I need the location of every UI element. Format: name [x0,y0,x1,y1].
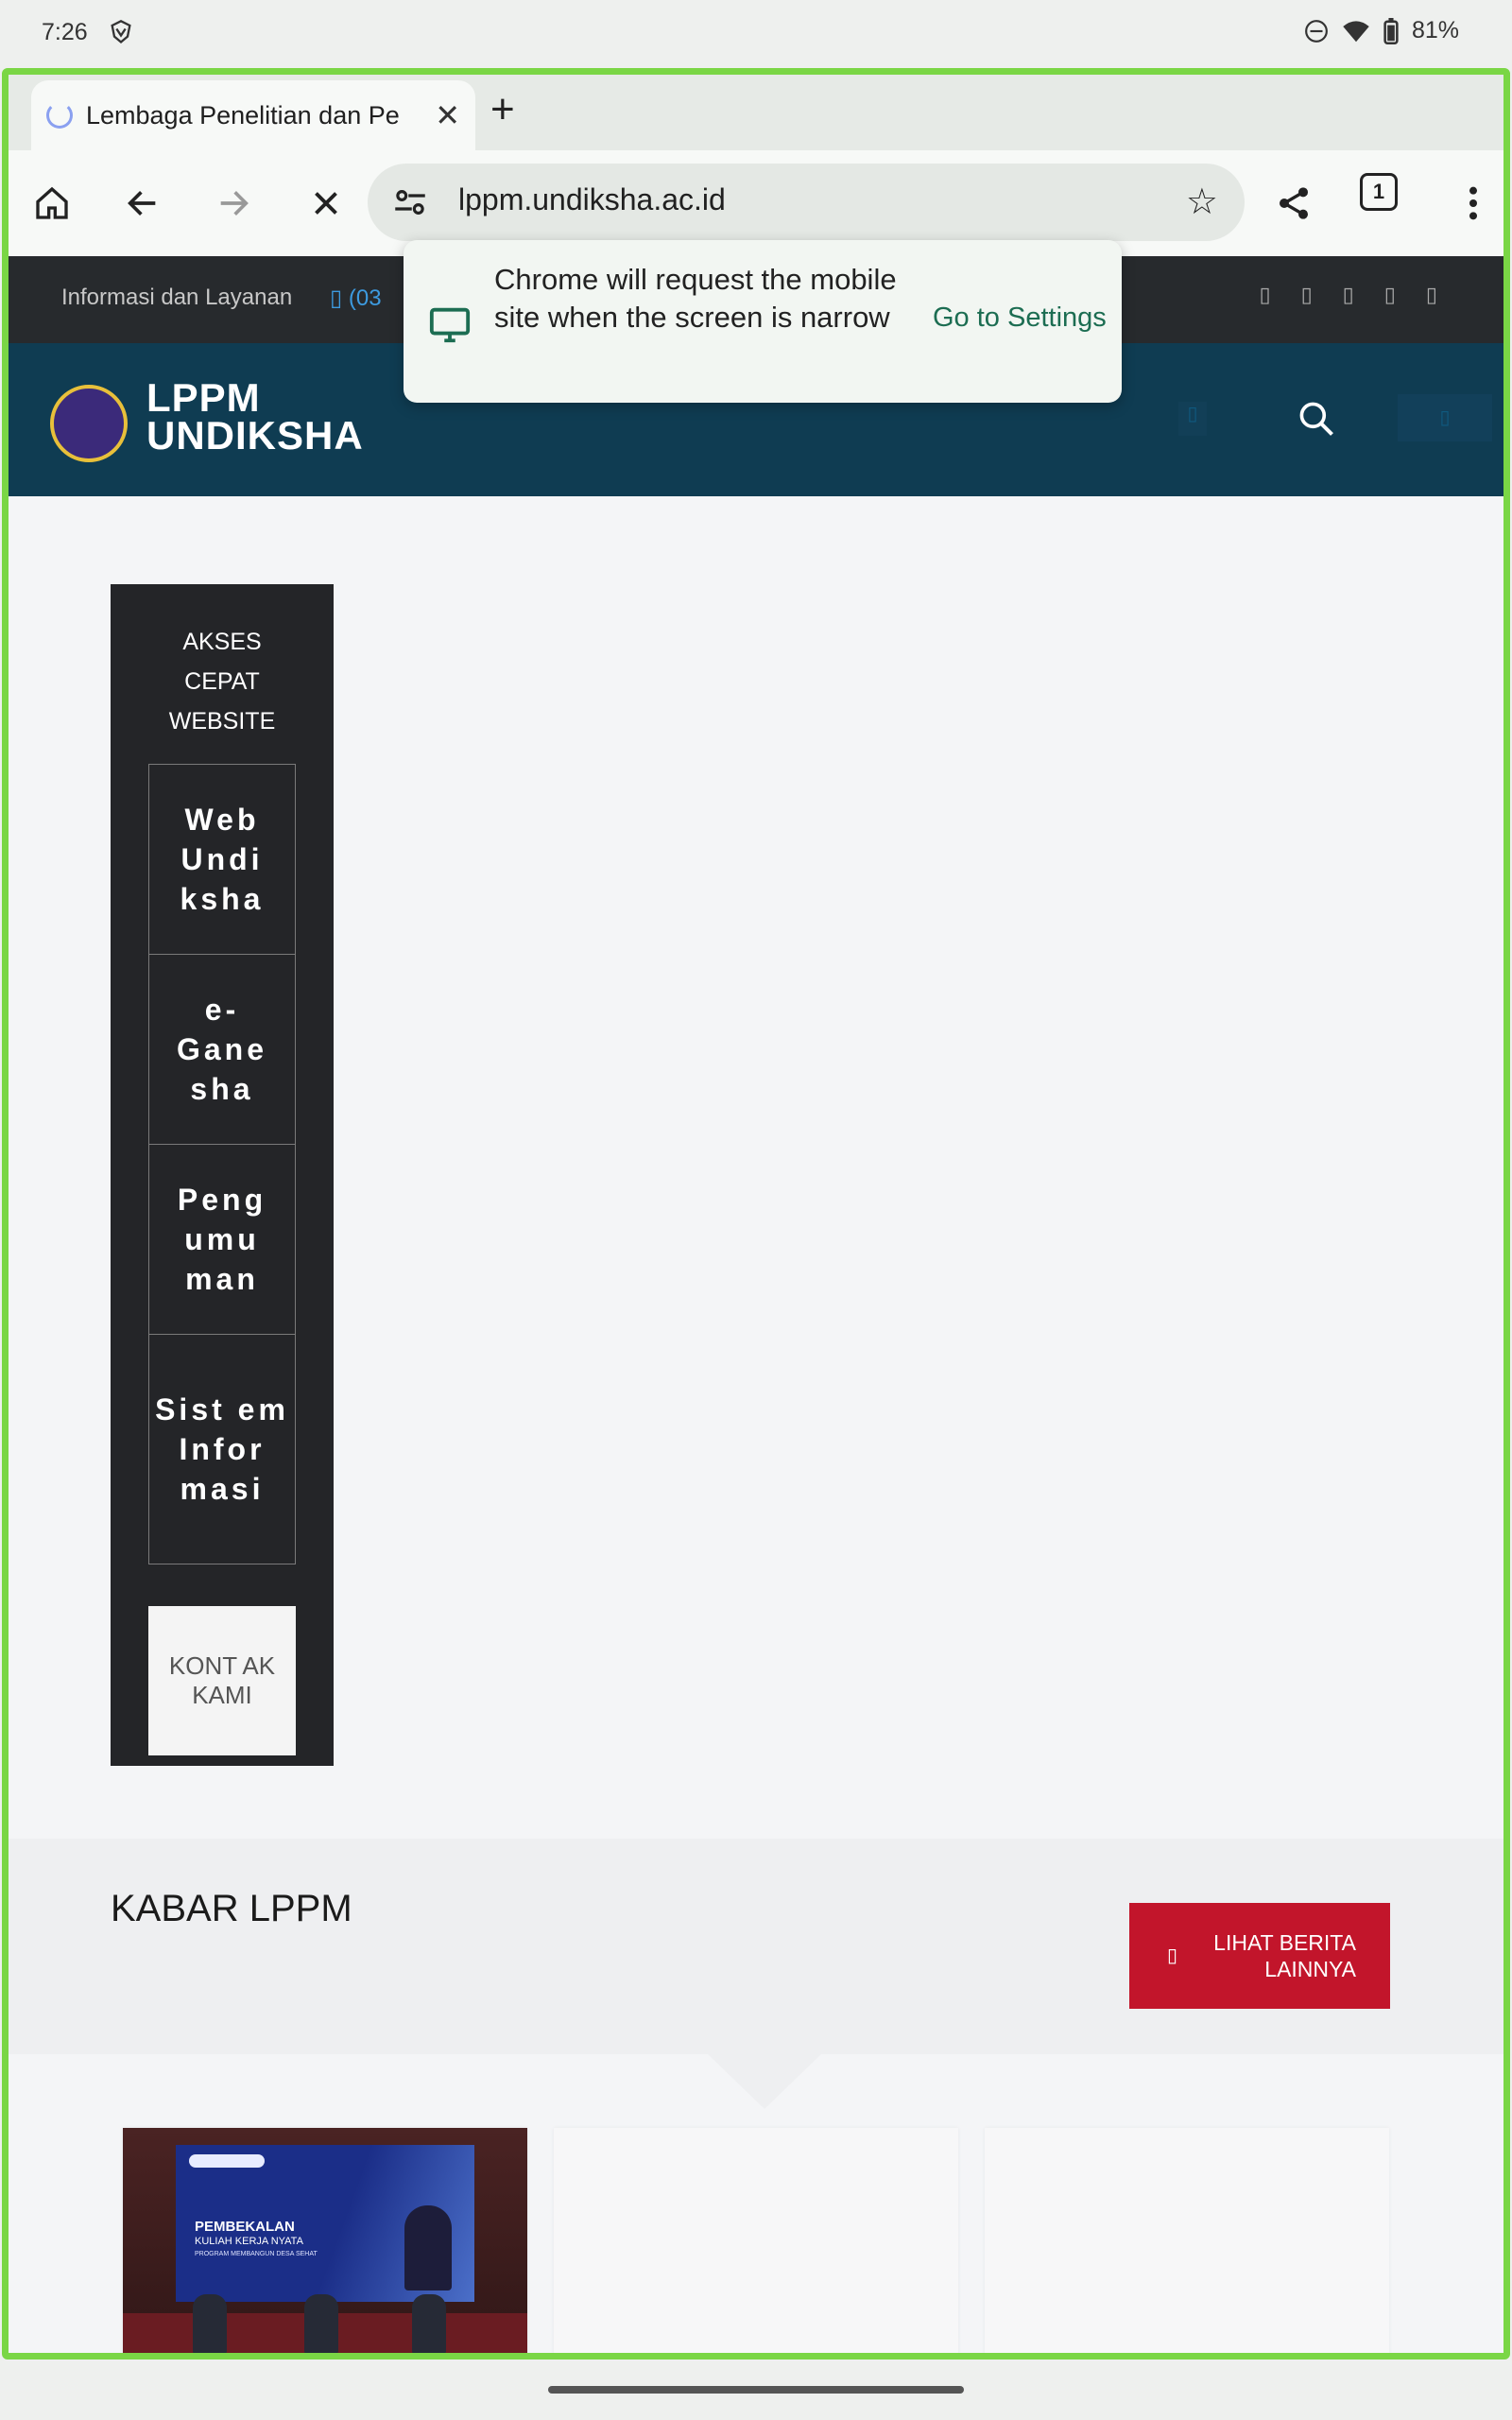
wifi-icon [1343,20,1369,42]
go-to-settings-button[interactable]: Go to Settings [933,302,1107,334]
battery-icon [1383,17,1399,44]
phone-icon: ▯ [330,285,343,311]
system-status-bar: 7:26 81% [0,0,1512,68]
social-icon-3[interactable]: ▯ [1343,283,1354,307]
section-notch [708,2054,821,2109]
stop-loading-button[interactable] [298,175,354,232]
browser-tab[interactable]: Lembaga Penelitian dan Pe ✕ [31,80,475,150]
url-text: lppm.undiksha.ac.id [458,182,726,216]
loading-spinner-icon [46,102,73,129]
see-more-news-button[interactable]: ▯ LIHAT BERITA LAINNYA [1129,1903,1390,2009]
browser-window: Lembaga Penelitian dan Pe ✕ + lppm.undik… [2,68,1510,2360]
battery-percent: 81% [1411,17,1459,43]
share-icon [1280,187,1308,219]
bookmark-star-icon[interactable]: ☆ [1186,181,1218,223]
news-card-placeholder[interactable] [985,2128,1389,2353]
search-icon[interactable] [1296,398,1337,440]
undiksha-logo-icon[interactable] [50,385,128,462]
social-icon-4[interactable]: ▯ [1384,283,1396,307]
back-button[interactable] [114,175,171,232]
quick-link-e-ganesha[interactable]: e- Gane sha [148,954,296,1145]
site-logo-text[interactable]: LPPM UNDIKSHA [146,375,364,458]
tab-strip: Lembaga Penelitian dan Pe ✕ + [9,75,1503,150]
logo-line-1: LPPM [146,375,261,420]
screen-subtitle: KULIAH KERJA NYATA [195,2236,303,2247]
more-vert-icon [1469,186,1477,220]
presentation-screen: PEMBEKALAN KULIAH KERJA NYATA PROGRAM ME… [176,2145,474,2302]
hamburger-menu-icon[interactable]: ▯ [1398,394,1492,441]
info-services-label: Informasi dan Layanan [61,285,293,310]
new-tab-button[interactable]: + [490,86,515,133]
quick-link-pengumuman[interactable]: Peng umu man [148,1144,296,1335]
social-icon-2[interactable]: ▯ [1301,283,1313,307]
news-card-placeholder[interactable] [554,2128,958,2353]
screen-line: PROGRAM MEMBANGUN DESA SEHAT [195,2251,318,2257]
kabar-section-title: KABAR LPPM [111,1888,352,1929]
mobile-site-popup: Chrome will request the mobile site when… [404,240,1122,403]
header-menu-icon[interactable]: ▯ [1178,402,1207,436]
vpn-shield-icon [111,20,131,44]
site-settings-icon[interactable] [390,182,430,222]
phone-link[interactable]: ▯ (03 [330,285,382,312]
quick-link-web-undiksha[interactable]: Web Undi ksha [148,764,296,955]
tab-title: Lembaga Penelitian dan Pe [86,100,400,130]
forward-arrow-icon [220,191,249,216]
browser-menu-button[interactable] [1445,175,1502,232]
web-page: Informasi dan Layanan ▯ (03 ▯ ▯ ▯ ▯ ▯ LP… [9,256,1503,2353]
tab-switcher-button[interactable]: 1 [1360,173,1398,211]
address-bar[interactable]: lppm.undiksha.ac.id ☆ [368,164,1245,241]
close-tab-icon[interactable]: ✕ [435,97,460,133]
do-not-disturb-icon [1305,19,1328,43]
screen-logo-strip [189,2154,265,2168]
social-icon-1[interactable]: ▯ [1259,283,1270,307]
logo-line-2: UNDIKSHA [146,413,364,458]
contact-us-button[interactable]: KONT AK KAMI [148,1606,296,1755]
status-icons: 81% [1304,17,1459,44]
screen-person [404,2205,452,2290]
monitor-icon [429,307,471,343]
panelist-figure [412,2294,446,2353]
quick-link-sistem-informasi[interactable]: Sist em Infor masi [148,1334,296,1564]
status-time: 7:26 [42,19,88,45]
social-icon-5[interactable]: ▯ [1426,283,1437,307]
home-button[interactable] [24,175,80,232]
screen-title: PEMBEKALAN [195,2219,295,2235]
gesture-nav-bar [0,2360,1512,2420]
phone-number: (03 [348,285,382,311]
close-icon [315,192,337,215]
back-arrow-icon [128,191,156,216]
forward-button[interactable] [205,175,262,232]
home-icon [36,186,68,219]
news-card[interactable]: PEMBEKALAN KULIAH KERJA NYATA PROGRAM ME… [123,2128,527,2353]
panelist-figure [193,2294,227,2353]
panelist-figure [304,2294,338,2353]
news-icon: ▯ [1167,1945,1178,1966]
social-links: ▯ ▯ ▯ ▯ ▯ [1259,283,1437,307]
quick-access-title: AKSES CEPAT WEBSITE [168,629,276,735]
popup-message: Chrome will request the mobile site when… [494,263,897,334]
see-more-news-label: LIHAT BERITA LAINNYA [1213,1930,1356,1981]
news-card-image: PEMBEKALAN KULIAH KERJA NYATA PROGRAM ME… [123,2128,527,2353]
share-button[interactable] [1265,175,1322,232]
quick-access-panel: AKSES CEPAT WEBSITE Web Undi ksha e- Gan… [111,584,334,1766]
home-gesture-handle[interactable] [548,2386,964,2394]
